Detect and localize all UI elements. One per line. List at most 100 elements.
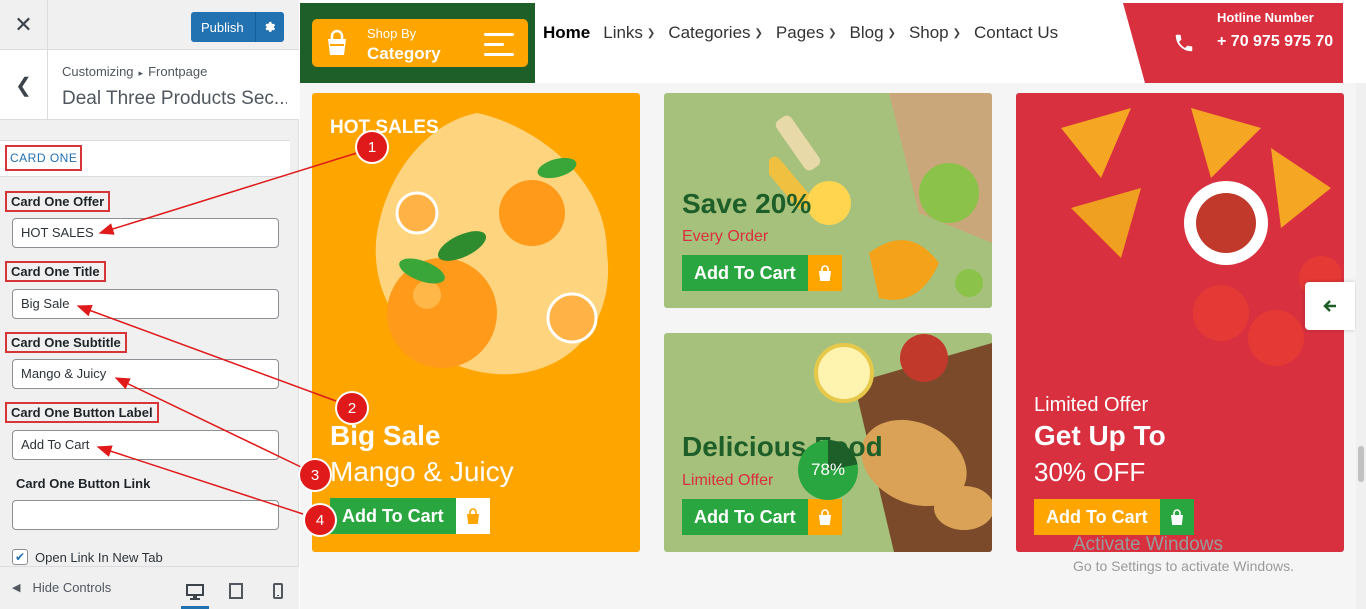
hide-controls-button[interactable]: ◀ Hide Controls [12,580,111,595]
nav-contact-us[interactable]: Contact Us [974,23,1058,43]
back-button[interactable]: ❮ [0,50,48,120]
hamburger-icon [484,33,514,63]
breadcrumb-separator-icon: ▸ [138,68,144,78]
nav-pages[interactable]: Pages ❯ [776,23,837,43]
shopping-bag-icon [328,29,346,55]
card-one-subtitle-input[interactable]: Mango & Juicy [12,359,279,389]
card-four-title: Get Up To [1034,420,1166,451]
nav-shop-label: Shop [908,23,949,42]
publish-settings-button[interactable] [255,12,284,42]
nav-blog[interactable]: Blog ❯ [850,23,896,43]
cart-bag-icon [1159,499,1194,535]
section-title: Deal Three Products Sec... [62,88,287,109]
card-four-subtitle: Limited Offer [1034,394,1149,416]
card-one-subtitle: Mango & Juicy [330,456,514,487]
hotline-label: Hotline Number [1217,10,1314,25]
card-one-add-to-cart-button[interactable]: Add To Cart [330,498,490,534]
hotline-slant [1123,3,1145,83]
chevron-down-icon: ❯ [952,27,962,39]
preview-desktop-button[interactable] [181,577,209,609]
card-four-discount: 30% OFF [1034,457,1146,487]
customizer-footer: ◀ Hide Controls [0,566,299,609]
nav-shop[interactable]: Shop ❯ [909,23,961,43]
card-three-button-label: Add To Cart [682,499,808,535]
shop-by-category-button[interactable]: Shop By Category [312,19,528,67]
annotation-marker-2: 2 [337,393,367,423]
publish-button[interactable]: Publish [191,12,284,42]
arrow-left-icon [1323,300,1336,312]
nav-contact-label: Contact Us [974,23,1059,42]
card-one-title-input[interactable]: Big Sale [12,289,279,319]
annotation-marker-4: 4 [305,505,335,535]
preview-scrollbar[interactable] [1356,83,1366,609]
nav-home[interactable]: Home [543,23,590,43]
card-one-button-label-input[interactable]: Add To Cart [12,430,279,460]
chevron-down-icon: ❯ [887,27,896,39]
cart-bag-icon [455,498,490,534]
side-panel-toggle-button[interactable] [1305,282,1355,330]
hotline-block: Hotline Number + 70 975 975 70 [1123,3,1343,83]
customizer-header: ✕ Publish [0,0,299,50]
card-two-add-to-cart-button[interactable]: Add To Cart [682,255,842,291]
publish-label: Publish [201,19,244,35]
shop-by-line2: Category [367,44,441,63]
hotline-number[interactable]: + 70 975 975 70 [1217,30,1337,53]
card-one-heading-bar: CARD ONE [0,140,290,177]
nav-blog-label: Blog [849,23,884,42]
card-four-button-label: Add To Cart [1034,499,1160,535]
nav-categories[interactable]: Categories ❯ [668,23,763,43]
mobile-icon [273,583,283,599]
nav-links[interactable]: Links ❯ [603,23,655,43]
deal-card-four: Limited Offer Get Up To 30% OFF Add To C… [1016,93,1344,552]
card-two-title: Save 20% [682,188,812,219]
card-two-button-label: Add To Cart [682,255,808,291]
card-one-subtitle-label: Card One Subtitle [5,332,127,353]
chevron-down-icon: ❯ [754,27,763,39]
card-one-title-label: Card One Title [5,261,106,282]
open-new-tab-checkbox[interactable]: ✔ [12,549,28,565]
watermark-line1: Activate Windows [1073,534,1223,555]
card-one-offer-label: Card One Offer [5,191,111,212]
breadcrumb-leaf: Frontpage [148,64,208,79]
open-new-tab-option[interactable]: ✔ Open Link In New Tab [12,549,163,565]
tablet-icon [229,583,243,599]
close-customizer-button[interactable]: ✕ [0,0,48,50]
cart-bag-icon [807,499,842,535]
breadcrumb: Customizing ▸ Frontpage [62,64,207,79]
card-one-heading: CARD ONE [5,145,83,171]
deal-card-one: HOT SALES Big Sale Mango & Juicy Add To … [312,93,640,552]
nav-links-label: Links [603,23,643,42]
card-two-subtitle: Every Order [682,228,769,245]
card-one-button-label-label: Card One Button Label [5,402,159,423]
watermark-line2: Go to Settings to activate Windows. [1073,558,1294,574]
card-four-add-to-cart-button[interactable]: Add To Cart [1034,499,1194,535]
preview-mobile-button[interactable] [264,577,292,605]
gear-icon [265,21,276,32]
card-one-offer-input[interactable]: HOT SALES [12,218,279,248]
collapse-left-icon: ◀ [12,582,21,594]
hide-controls-label: Hide Controls [32,580,112,595]
close-icon: ✕ [14,12,33,37]
check-icon: ✔ [14,550,26,564]
annotation-marker-1: 1 [357,132,387,162]
orange-juice-splash-image [375,113,609,375]
shop-by-line1: Shop By [367,26,417,41]
phone-icon [1175,34,1193,52]
card-three-add-to-cart-button[interactable]: Add To Cart [682,499,842,535]
open-new-tab-label: Open Link In New Tab [35,549,163,565]
site-preview: Shop By Category Home Links ❯ Categories ❯… [300,0,1366,609]
main-nav: Home Links ❯ Categories ❯ Pages ❯ Blog ❯ Sho… [543,23,1071,43]
card-one-button-link-label: Card One Button Link [16,476,151,491]
desktop-icon [186,583,204,600]
nav-categories-label: Categories [668,23,751,42]
card-one-button-label: Add To Cart [330,498,456,534]
deal-card-two: Save 20% Every Order Add To Cart [664,93,992,308]
cart-bag-icon [807,255,842,291]
card-one-button-link-input[interactable] [12,500,279,530]
progress-badge-label: 78% [810,460,846,479]
card-one-offer: HOT SALES [330,117,439,138]
activate-windows-watermark: Activate Windows Go to Settings to activ… [1073,534,1294,574]
section-header: ❮ Customizing ▸ Frontpage Deal Three Produ… [0,50,299,120]
preview-tablet-button[interactable] [222,577,250,605]
scrollbar-thumb[interactable] [1358,446,1364,482]
